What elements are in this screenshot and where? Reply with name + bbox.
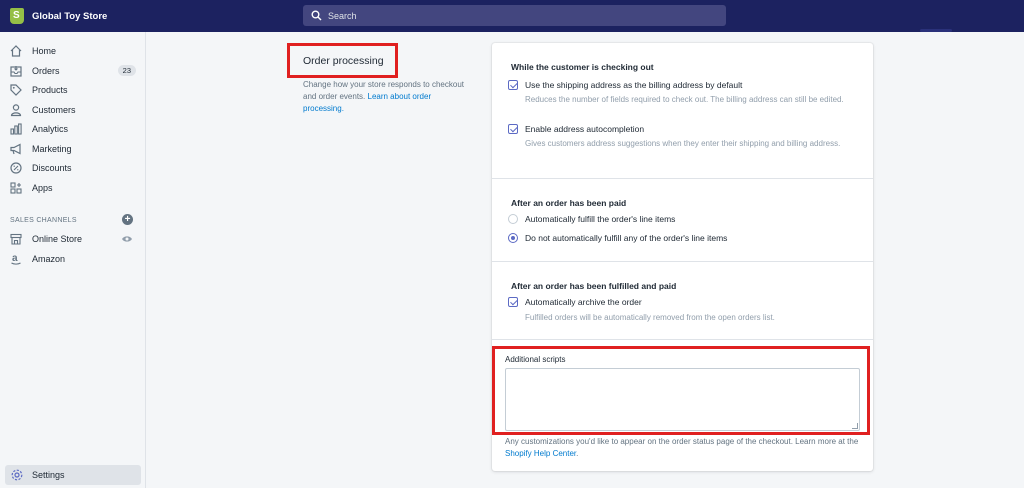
- sidebar: Home Orders 23 Products Customers Analyt…: [0, 32, 146, 488]
- shipping-as-billing-option[interactable]: Use the shipping address as the billing …: [508, 80, 742, 90]
- section-divider: [492, 261, 873, 262]
- sidebar-item-products[interactable]: Products: [0, 81, 146, 99]
- scripts-help-text: Any customizations you'd like to appear …: [505, 436, 865, 460]
- add-sales-channel-button[interactable]: +: [122, 214, 133, 225]
- search-bar[interactable]: [303, 5, 726, 26]
- auto-fulfill-radio[interactable]: [508, 214, 518, 224]
- paid-section-title: After an order has been paid: [511, 198, 627, 208]
- top-bar: Global Toy Store: [0, 0, 1024, 32]
- section-divider: [492, 178, 873, 179]
- address-autocompletion-option[interactable]: Enable address autocompletion: [508, 124, 644, 134]
- sidebar-item-home[interactable]: Home: [0, 42, 146, 60]
- option-help-text: Gives customers address suggestions when…: [525, 139, 841, 148]
- search-icon: [311, 10, 322, 21]
- apps-icon: [9, 181, 23, 195]
- orders-count-badge: 23: [117, 65, 136, 76]
- sidebar-item-label: Analytics: [32, 124, 69, 134]
- store-icon: [9, 232, 23, 246]
- sidebar-item-discounts[interactable]: Discounts: [0, 159, 146, 177]
- sidebar-item-label: Apps: [32, 183, 53, 193]
- sidebar-item-apps[interactable]: Apps: [0, 179, 146, 197]
- scripts-help-end: .: [576, 449, 579, 458]
- option-label: Use the shipping address as the billing …: [525, 80, 743, 90]
- sidebar-item-amazon[interactable]: a Amazon: [0, 250, 146, 268]
- sidebar-item-settings[interactable]: Settings: [5, 465, 141, 485]
- svg-text:a: a: [12, 253, 18, 264]
- sidebar-item-orders[interactable]: Orders 23: [0, 62, 146, 80]
- sidebar-item-label: Marketing: [32, 144, 72, 154]
- address-autocompletion-checkbox[interactable]: [508, 124, 518, 134]
- option-label: Automatically archive the order: [525, 297, 642, 307]
- option-label: Automatically fulfill the order's line i…: [525, 214, 676, 224]
- sidebar-item-marketing[interactable]: Marketing: [0, 140, 146, 158]
- sidebar-item-analytics[interactable]: Analytics: [0, 120, 146, 138]
- sidebar-item-label: Online Store: [32, 234, 83, 244]
- tag-icon: [9, 83, 23, 97]
- sales-channels-heading: SALES CHANNELS: [10, 217, 77, 224]
- option-label: Enable address autocompletion: [525, 124, 645, 134]
- sidebar-item-customers[interactable]: Customers: [0, 101, 146, 119]
- sidebar-item-label: Discounts: [32, 163, 72, 173]
- scripts-help-body: Any customizations you'd like to appear …: [505, 437, 859, 446]
- auto-fulfill-option[interactable]: Automatically fulfill the order's line i…: [508, 214, 675, 224]
- eye-icon[interactable]: [121, 233, 133, 245]
- store-switcher[interactable]: Global Toy Store: [10, 8, 107, 24]
- sidebar-item-online-store[interactable]: Online Store: [0, 230, 146, 248]
- shopify-logo-icon: [10, 8, 24, 24]
- option-help-text: Fulfilled orders will be automatically r…: [525, 313, 775, 322]
- highlight-box-title: [287, 43, 398, 78]
- sidebar-item-label: Home: [32, 46, 57, 56]
- megaphone-icon: [9, 142, 23, 156]
- sidebar-item-label: Settings: [32, 470, 65, 480]
- sidebar-item-label: Customers: [32, 105, 76, 115]
- bar-chart-icon: [9, 122, 23, 136]
- account-menu-edge[interactable]: [920, 29, 952, 32]
- sidebar-item-label: Orders: [32, 66, 60, 76]
- amazon-icon: a: [9, 252, 23, 266]
- section-description: Change how your store responds to checko…: [303, 79, 473, 115]
- no-auto-fulfill-radio[interactable]: [508, 233, 518, 243]
- section-divider: [492, 339, 873, 340]
- no-auto-fulfill-option[interactable]: Do not automatically fulfill any of the …: [508, 233, 727, 243]
- auto-archive-option[interactable]: Automatically archive the order: [508, 297, 642, 307]
- search-input[interactable]: [328, 10, 708, 21]
- home-icon: [9, 44, 23, 58]
- checkout-section-title: While the customer is checking out: [511, 62, 654, 72]
- person-icon: [9, 103, 23, 117]
- option-help-text: Reduces the number of fields required to…: [525, 95, 844, 104]
- option-label: Do not automatically fulfill any of the …: [525, 233, 728, 243]
- sidebar-item-label: Products: [32, 85, 68, 95]
- store-name: Global Toy Store: [32, 10, 108, 22]
- gear-icon: [10, 468, 24, 482]
- shipping-as-billing-checkbox[interactable]: [508, 80, 518, 90]
- shopify-help-center-link[interactable]: Shopify Help Center: [505, 449, 576, 458]
- discount-icon: [9, 161, 23, 175]
- highlight-box-scripts: [492, 346, 870, 435]
- auto-archive-checkbox[interactable]: [508, 297, 518, 307]
- fulfilled-section-title: After an order has been fulfilled and pa…: [511, 281, 677, 291]
- orders-icon: [9, 64, 23, 78]
- sidebar-item-label: Amazon: [32, 254, 66, 264]
